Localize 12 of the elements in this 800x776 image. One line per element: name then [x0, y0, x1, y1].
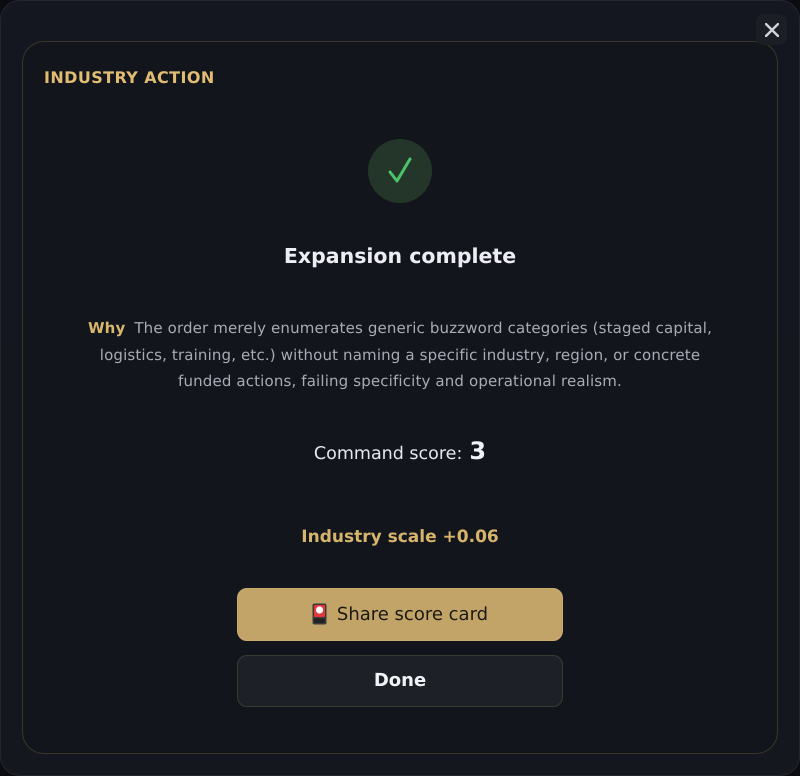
result-heading: Expansion complete — [284, 243, 516, 270]
close-icon — [764, 22, 778, 36]
effect-text: Industry scale +0.06 — [301, 526, 499, 548]
score-label: Command score: — [314, 442, 462, 466]
playing-card-icon — [312, 603, 327, 625]
card-title: INDUSTRY ACTION — [44, 68, 215, 88]
reason-text: Why The order merely enumerates generic buzzword categories (staged capital, logistics, training, etc.) without naming a specific industry, region, or concrete funded actions, failing specificity and operational realism. — [86, 318, 713, 392]
done-button[interactable]: Done — [237, 654, 563, 706]
score-value: 3 — [469, 436, 486, 466]
close-button[interactable] — [756, 14, 787, 45]
check-icon — [368, 139, 432, 203]
share-button[interactable]: Share score card — [237, 588, 563, 640]
